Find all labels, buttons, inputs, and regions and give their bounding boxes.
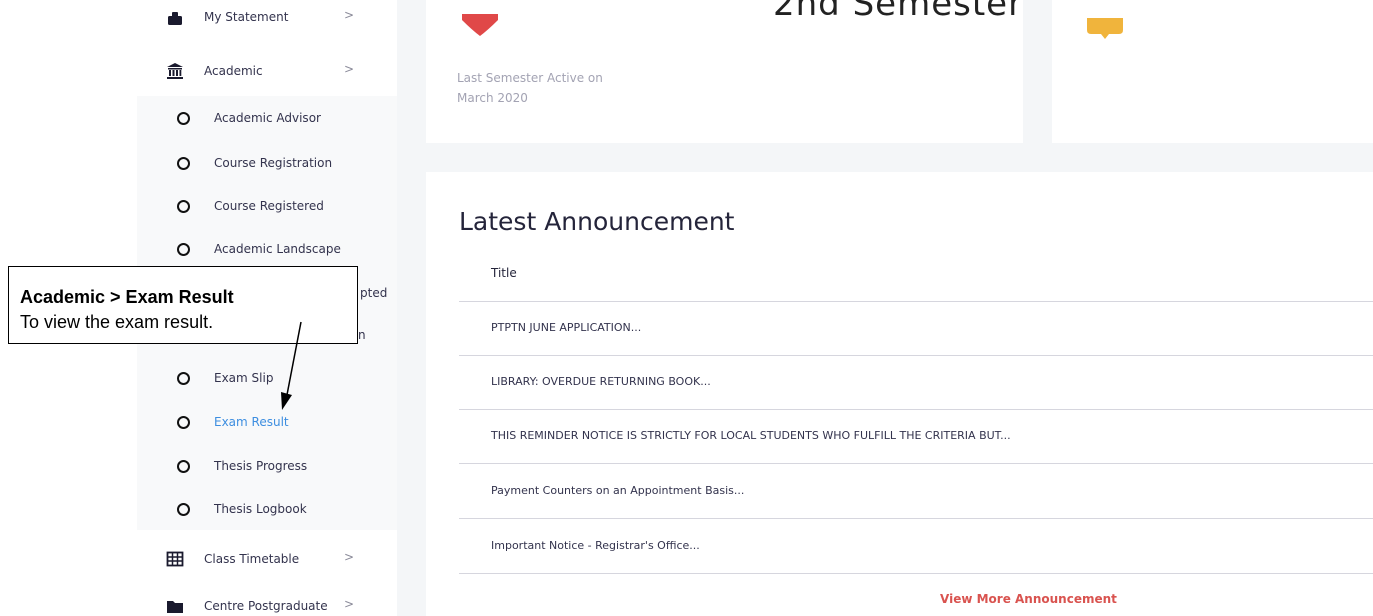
last-active-info: Last Semester Active on March 2020 bbox=[457, 68, 657, 108]
submenu-item-hidden[interactable]: n bbox=[358, 323, 366, 347]
page: My Statement > Academic > Academic Advis… bbox=[0, 0, 1373, 616]
submenu-item-label: Thesis Logbook bbox=[214, 502, 307, 516]
submenu-item-label: Academic Landscape bbox=[214, 242, 341, 256]
submenu-item-label: Course Registration bbox=[214, 156, 333, 170]
submenu-item-thesis-progress[interactable]: Thesis Progress bbox=[177, 454, 307, 478]
submenu-item-label-fragment: n bbox=[358, 328, 366, 342]
submenu-item-label: Exam Slip bbox=[214, 371, 274, 385]
circle-icon bbox=[177, 111, 190, 125]
sidebar-item-centre-postgraduate[interactable]: Centre Postgraduate > bbox=[166, 594, 354, 616]
sidebar-item-label: Class Timetable bbox=[204, 552, 300, 566]
bag-icon bbox=[166, 8, 184, 26]
announcement-title: PTPTN JUNE APPLICATION... bbox=[491, 321, 642, 334]
sidebar-item-my-statement[interactable]: My Statement > bbox=[166, 5, 354, 29]
announcement-title: LIBRARY: OVERDUE RETURNING BOOK... bbox=[491, 375, 711, 388]
announcement-row[interactable]: Payment Counters on an Appointment Basis… bbox=[459, 465, 1373, 519]
view-more-announcement-link[interactable]: View More Announcement bbox=[940, 592, 1117, 606]
submenu-item-label: Academic Advisor bbox=[214, 111, 321, 125]
circle-icon bbox=[177, 242, 190, 256]
announcement-title: THIS REMINDER NOTICE IS STRICTLY FOR LOC… bbox=[491, 429, 1011, 442]
submenu-item-hidden[interactable]: pted bbox=[360, 281, 387, 305]
circle-icon bbox=[177, 199, 190, 213]
callout-title: Academic > Exam Result bbox=[20, 287, 234, 307]
submenu-item-academic-advisor[interactable]: Academic Advisor bbox=[177, 106, 321, 130]
table-icon bbox=[166, 550, 184, 568]
chevron-right-icon: > bbox=[344, 62, 355, 76]
submenu-item-course-registration[interactable]: Course Registration bbox=[177, 151, 332, 175]
sidebar-item-class-timetable[interactable]: Class Timetable > bbox=[166, 547, 354, 571]
circle-icon bbox=[177, 502, 190, 516]
sidebar-item-academic[interactable]: Academic > bbox=[166, 59, 354, 83]
announcement-title: Payment Counters on an Appointment Basis… bbox=[491, 484, 745, 497]
sidebar-item-label: Academic bbox=[204, 64, 263, 78]
announcement-row[interactable]: Important Notice - Registrar's Office... bbox=[459, 520, 1373, 574]
submenu-item-thesis-logbook[interactable]: Thesis Logbook bbox=[177, 497, 307, 521]
circle-icon bbox=[177, 415, 190, 429]
last-active-label: Last Semester Active on bbox=[457, 71, 603, 85]
institution-icon bbox=[166, 62, 184, 80]
announcement-row[interactable]: THIS REMINDER NOTICE IS STRICTLY FOR LOC… bbox=[459, 410, 1373, 464]
annotation-arrow-icon bbox=[281, 321, 302, 410]
submenu-item-label-fragment: pted bbox=[360, 286, 388, 300]
submenu-item-academic-landscape[interactable]: Academic Landscape bbox=[177, 237, 341, 261]
circle-icon bbox=[177, 371, 190, 385]
circle-icon bbox=[177, 459, 190, 473]
sidebar-item-label: Centre Postgraduate bbox=[204, 599, 328, 613]
announcement-row[interactable]: PTPTN JUNE APPLICATION... bbox=[459, 302, 1373, 356]
chat-bubble-icon bbox=[1087, 18, 1123, 39]
column-title: Title bbox=[491, 266, 517, 280]
chevron-right-icon: > bbox=[344, 550, 355, 564]
submenu-item-label: Thesis Progress bbox=[214, 459, 308, 473]
folder-icon bbox=[166, 597, 184, 615]
submenu-item-exam-slip[interactable]: Exam Slip bbox=[177, 366, 273, 390]
circle-icon bbox=[177, 156, 190, 170]
semester-value: 2nd Semester bbox=[773, 0, 1024, 24]
callout-description: To view the exam result. bbox=[20, 312, 214, 332]
announcement-row[interactable]: LIBRARY: OVERDUE RETURNING BOOK... bbox=[459, 356, 1373, 410]
submenu-item-label: Exam Result bbox=[214, 415, 289, 429]
announcement-title: Important Notice - Registrar's Office... bbox=[491, 539, 700, 552]
last-active-date: March 2020 bbox=[457, 91, 528, 105]
sidebar-item-label: My Statement bbox=[204, 10, 289, 24]
chevron-right-icon: > bbox=[344, 597, 355, 611]
chevron-right-icon: > bbox=[344, 8, 355, 22]
submenu-item-label: Course Registered bbox=[214, 199, 324, 213]
announcement-heading: Latest Announcement bbox=[459, 207, 735, 236]
submenu-item-course-registered[interactable]: Course Registered bbox=[177, 194, 324, 218]
announcement-table-header: Title bbox=[459, 248, 1373, 302]
heart-icon bbox=[462, 14, 498, 36]
